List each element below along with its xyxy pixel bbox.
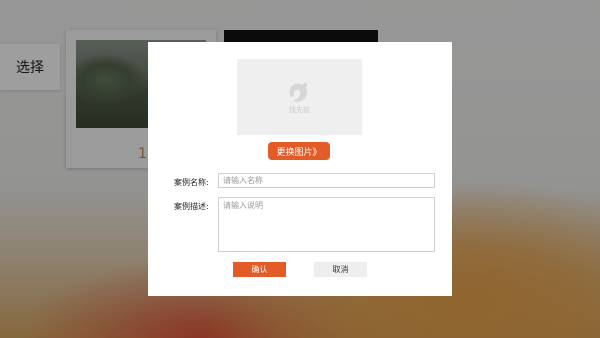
cancel-button[interactable]: 取消 (314, 262, 367, 277)
image-thumbnail: 找先前 (237, 59, 362, 135)
edit-case-dialog: 找先前 更换图片》 案例名称: 案例描述: 确认 取消 (148, 42, 452, 296)
case-description-label: 案例描述: (174, 202, 209, 211)
case-description-input[interactable] (218, 197, 435, 252)
thumbnail-placeholder-text: 找先前 (289, 106, 310, 114)
case-name-input[interactable] (218, 173, 435, 188)
confirm-button[interactable]: 确认 (233, 262, 286, 277)
logo-icon (283, 79, 317, 107)
case-name-label: 案例名称: (174, 178, 209, 187)
change-image-button[interactable]: 更换图片》 (268, 142, 330, 160)
